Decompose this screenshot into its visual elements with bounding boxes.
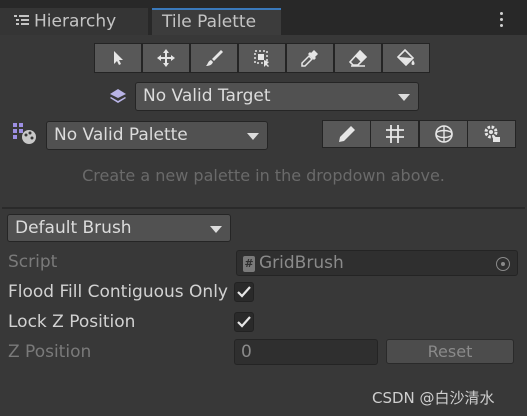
- paint-tool-button[interactable]: [190, 43, 238, 73]
- grid-toggle-button[interactable]: [370, 120, 419, 148]
- flood-fill-tool-button[interactable]: [382, 43, 430, 73]
- edit-palette-button[interactable]: [322, 120, 371, 148]
- palette-dropdown-label: No Valid Palette: [54, 125, 188, 145]
- target-dropdown-label: No Valid Target: [143, 86, 271, 106]
- eraser-icon: [348, 49, 368, 67]
- target-dropdown[interactable]: No Valid Target: [135, 82, 419, 111]
- eyedropper-icon: [301, 50, 318, 67]
- chevron-down-icon: [210, 226, 222, 233]
- script-value: GridBrush: [259, 253, 344, 273]
- palette-edit-toolbar: [322, 120, 516, 148]
- move-icon: [157, 49, 175, 67]
- script-label: Script: [8, 252, 58, 272]
- reset-button[interactable]: Reset: [386, 339, 514, 364]
- tab-tile-palette[interactable]: Tile Palette: [152, 8, 281, 35]
- checkmark-icon: [237, 286, 251, 298]
- z-position-label: Z Position: [8, 342, 92, 362]
- divider: [2, 207, 525, 209]
- box-fill-tool-button[interactable]: [238, 43, 286, 73]
- flood-fill-label: Flood Fill Contiguous Only: [8, 282, 228, 302]
- bucket-icon: [396, 48, 415, 67]
- chevron-down-icon: [247, 133, 259, 140]
- palette-icon: [12, 122, 38, 146]
- checkmark-icon: [237, 316, 251, 328]
- gizmo-icon: [434, 125, 453, 143]
- settings-icon: [484, 125, 500, 142]
- tool-toolbar: [94, 43, 430, 73]
- erase-tool-button[interactable]: [334, 43, 382, 73]
- pick-tool-button[interactable]: [286, 43, 334, 73]
- brush-dropdown-label: Default Brush: [15, 218, 132, 238]
- flood-fill-checkbox[interactable]: [234, 282, 254, 302]
- tab-label: Hierarchy: [34, 11, 117, 32]
- tab-label: Tile Palette: [162, 12, 257, 32]
- z-position-value: 0: [241, 342, 252, 362]
- lock-z-label: Lock Z Position: [8, 312, 136, 332]
- list-icon: [14, 8, 30, 35]
- kebab-menu-icon[interactable]: [494, 10, 510, 30]
- lock-z-checkbox[interactable]: [234, 312, 254, 332]
- gizmo-toggle-button[interactable]: [419, 120, 468, 148]
- tab-hierarchy[interactable]: Hierarchy: [0, 8, 148, 35]
- arrow-icon: [114, 51, 123, 65]
- box-fill-icon: [254, 50, 269, 67]
- script-hash-icon: #: [243, 256, 255, 272]
- move-tool-button[interactable]: [142, 43, 190, 73]
- palette-settings-button[interactable]: [467, 120, 516, 148]
- palette-dropdown[interactable]: No Valid Palette: [46, 121, 268, 150]
- object-picker-icon[interactable]: [496, 257, 510, 271]
- grid-icon: [385, 125, 404, 143]
- brush-icon: [206, 50, 223, 66]
- reset-button-label: Reset: [427, 342, 473, 361]
- watermark: CSDN @白沙清水: [372, 389, 495, 407]
- chevron-down-icon: [398, 94, 410, 101]
- select-tool-button[interactable]: [94, 43, 142, 73]
- z-position-input[interactable]: 0: [234, 339, 378, 365]
- pencil-icon: [338, 126, 355, 142]
- brush-dropdown[interactable]: Default Brush: [7, 214, 231, 242]
- layers-icon: [108, 86, 128, 106]
- script-field[interactable]: # GridBrush: [236, 250, 518, 276]
- empty-palette-hint: Create a new palette in the dropdown abo…: [82, 166, 445, 185]
